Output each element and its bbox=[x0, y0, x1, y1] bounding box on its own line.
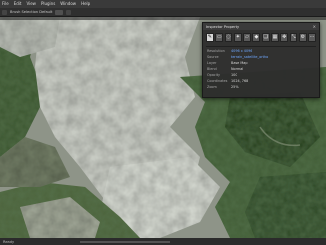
property-label: Resolution bbox=[207, 48, 225, 53]
panel-divider bbox=[206, 45, 316, 47]
menu-edit[interactable]: Edit bbox=[14, 0, 22, 8]
property-label: Layer bbox=[207, 60, 217, 65]
panel-header[interactable]: Inspector Property × bbox=[203, 23, 319, 30]
property-label: Coordinates bbox=[207, 78, 228, 83]
property-value[interactable]: terrain_satellite_ortho bbox=[231, 55, 268, 59]
panel-properties: Resolution 4096 x 4096 Source terrain_satel… bbox=[203, 48, 319, 90]
tool-preset-icon[interactable] bbox=[2, 9, 7, 15]
picker-icon[interactable]: ◆ bbox=[252, 33, 261, 42]
lasso-icon[interactable]: ◌ bbox=[224, 33, 233, 42]
panel-tool-icons: ✎ ▭ ◌ ✦ ▱ ◆ ❏ ▦ ✥ ⤡ ⚙ ⋯ bbox=[203, 30, 319, 45]
menu-help[interactable]: Help bbox=[81, 0, 90, 8]
close-icon[interactable]: × bbox=[313, 23, 316, 30]
tool-options-label: Brush Selection Default bbox=[10, 10, 53, 14]
property-label: Zoom bbox=[207, 84, 217, 89]
status-text: Ready bbox=[3, 239, 15, 244]
menu-view[interactable]: View bbox=[26, 0, 36, 8]
property-value: 100 bbox=[231, 72, 238, 77]
property-value[interactable]: 4096 x 4096 bbox=[231, 49, 252, 53]
brush-icon[interactable]: ✎ bbox=[206, 33, 214, 42]
menu-file[interactable]: File bbox=[2, 0, 9, 8]
wand-icon[interactable]: ✦ bbox=[233, 33, 242, 42]
rect-select-icon[interactable]: ▭ bbox=[215, 33, 224, 42]
eraser-icon[interactable]: ▱ bbox=[243, 33, 251, 42]
layer-icon[interactable]: ❏ bbox=[261, 33, 270, 42]
property-label: Opacity bbox=[207, 72, 221, 77]
property-value: 25% bbox=[231, 84, 239, 89]
property-label: Blend bbox=[207, 66, 217, 71]
tool-options-bar: Brush Selection Default bbox=[0, 8, 326, 17]
transform-icon[interactable]: ⤡ bbox=[289, 33, 298, 42]
panel-title: Inspector Property bbox=[206, 24, 240, 29]
app-window: File Edit View Plugins Window Help Brush… bbox=[0, 0, 326, 245]
property-value: Base Map bbox=[231, 60, 248, 65]
property-row: Zoom 25% bbox=[203, 84, 319, 90]
menu-window[interactable]: Window bbox=[60, 0, 76, 8]
settings-icon[interactable]: ⚙ bbox=[298, 33, 307, 42]
menu-plugins[interactable]: Plugins bbox=[41, 0, 55, 8]
status-progress-track bbox=[80, 240, 171, 243]
menu-bar: File Edit View Plugins Window Help bbox=[0, 0, 326, 8]
status-bar: Ready bbox=[0, 238, 326, 245]
tool-mode-dropdown[interactable] bbox=[55, 9, 64, 15]
inspector-panel: Inspector Property × ✎ ▭ ◌ ✦ ▱ ◆ ❏ ▦ ✥ ⤡ ⚙ ⋯ Resolu… bbox=[202, 22, 320, 98]
more-icon[interactable]: ⋯ bbox=[308, 33, 317, 42]
property-label: Source bbox=[207, 54, 219, 59]
property-value: Normal bbox=[231, 66, 244, 71]
property-value: 1024, 768 bbox=[231, 78, 249, 83]
tool-option-button[interactable] bbox=[66, 9, 72, 15]
grid-icon[interactable]: ▦ bbox=[271, 33, 279, 42]
move-icon[interactable]: ✥ bbox=[280, 33, 289, 42]
